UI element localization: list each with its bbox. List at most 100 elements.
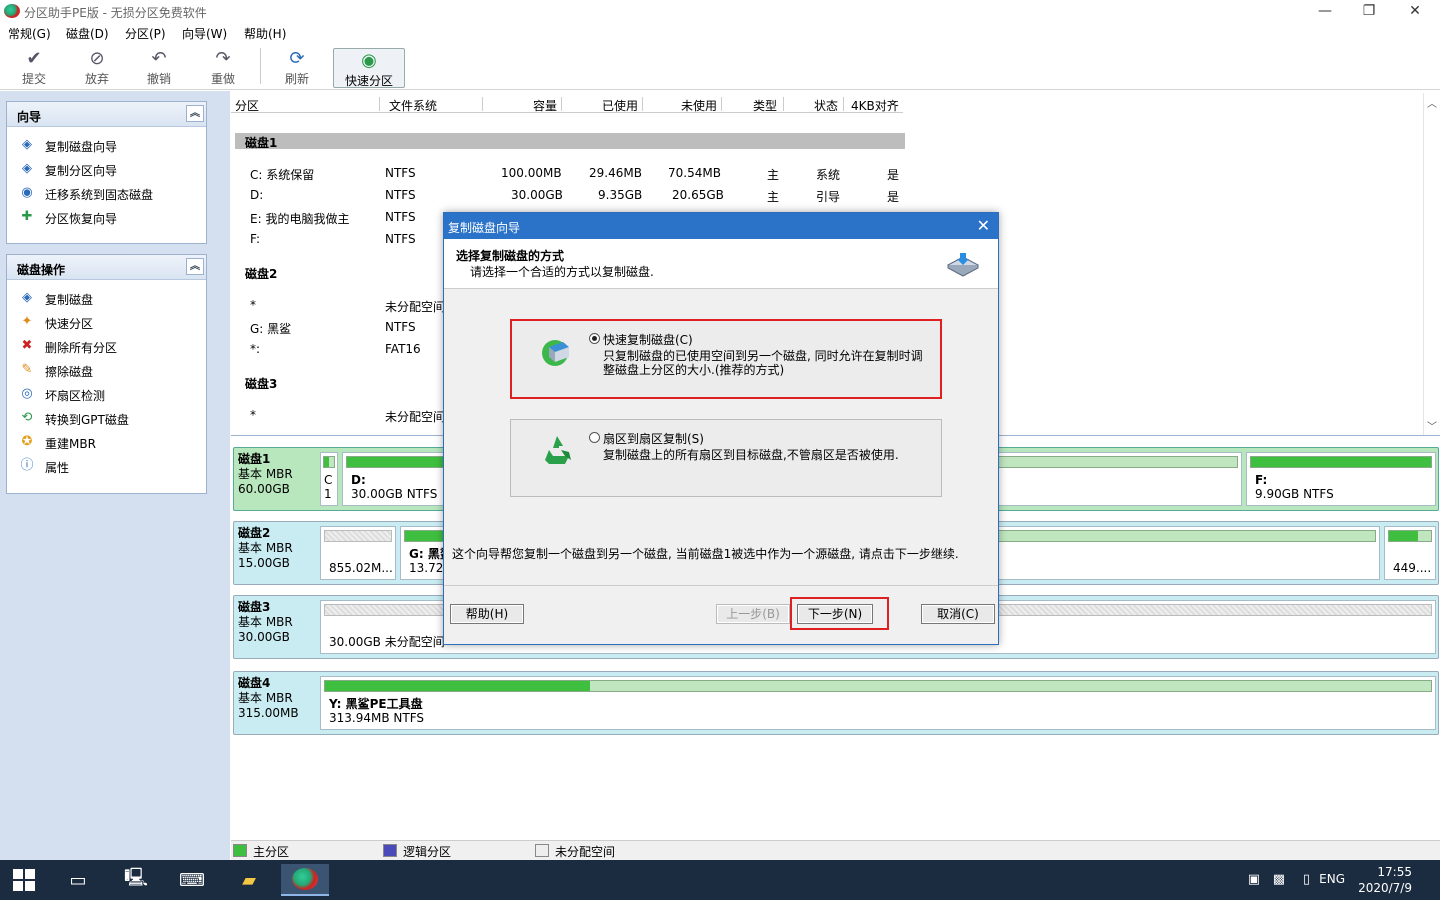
- menu-disk[interactable]: 磁盘(D): [66, 25, 109, 42]
- partition-c[interactable]: C1: [320, 452, 338, 506]
- dialog-heading: 选择复制磁盘的方式: [456, 249, 565, 263]
- list-header: 分区 文件系统 容量 已使用 未使用 类型 状态 4KB对齐: [231, 95, 903, 113]
- col-partition[interactable]: 分区: [235, 97, 259, 114]
- color-icon[interactable]: ▩: [1273, 872, 1285, 887]
- highlight-box: [510, 319, 942, 399]
- collapse-icon[interactable]: ︽: [186, 258, 204, 275]
- copy-disk-wizard-dialog: 复制磁盘向导 ✕ 选择复制磁盘的方式 请选择一个合适的方式以复制磁盘. 快速复制磁…: [443, 212, 999, 645]
- submit-button[interactable]: ✔ 提交: [6, 47, 62, 87]
- option-sector-copy[interactable]: 扇区到扇区复制(S) 复制磁盘上的所有扇区到目标磁盘,不管扇区是否被使用.: [510, 419, 942, 497]
- col-used[interactable]: 已使用: [602, 97, 638, 114]
- title-bar: 分区助手PE版 - 无损分区免费软件 — ❐ ✕: [0, 0, 1440, 22]
- quick-partition-button[interactable]: ◉ 快速分区: [333, 48, 405, 88]
- unallocated-swatch: [535, 844, 549, 857]
- partition-fat16[interactable]: 449....: [1384, 526, 1436, 580]
- table-row[interactable]: D: NTFS 30.00GB 9.35GB 20.65GB 主 引导 是: [235, 185, 905, 207]
- undo-button[interactable]: ↶ 撤销: [131, 47, 187, 87]
- disk4-info: 磁盘4 基本 MBR 315.00MB: [238, 676, 299, 720]
- left-pane: 向导 ︽ ◈ 复制磁盘向导 ◈ 复制分区向导 ◉ 迁移系统到固态磁盘 ✚ 分区恢复向导 磁…: [0, 91, 230, 860]
- copy-disk-icon: ◈: [22, 290, 32, 305]
- taskbar-computer[interactable]: 🖳: [112, 864, 160, 896]
- op-convert-gpt[interactable]: ⟲ 转换到GPT磁盘: [7, 406, 206, 430]
- copy-partition-icon: ◈: [22, 161, 32, 176]
- partition-y[interactable]: Y: 黑鲨PE工具盘 313.94MB NTFS: [320, 676, 1436, 730]
- maximize-button[interactable]: ❐: [1346, 0, 1392, 22]
- minimize-button[interactable]: —: [1302, 0, 1348, 22]
- dialog-header: 选择复制磁盘的方式 请选择一个合适的方式以复制磁盘.: [444, 239, 998, 289]
- radio-sector-copy[interactable]: [589, 432, 600, 443]
- usb-icon[interactable]: ▯: [1303, 872, 1310, 887]
- close-button[interactable]: ✕: [1392, 0, 1438, 22]
- menu-partition[interactable]: 分区(P): [125, 25, 166, 42]
- op-delete-all[interactable]: ✖ 删除所有分区: [7, 334, 206, 358]
- legend-unallocated: 未分配空间: [555, 845, 616, 859]
- dialog-title-bar: 复制磁盘向导 ✕: [444, 213, 998, 239]
- op-bad-sector[interactable]: ◎ 坏扇区检测: [7, 382, 206, 406]
- wizard-panel-header: 向导 ︽: [7, 102, 206, 127]
- refresh-icon: ⟳: [289, 48, 305, 69]
- refresh-button[interactable]: ⟳ 刷新: [269, 47, 325, 87]
- list-scrollbar[interactable]: ︿ ﹀: [1423, 93, 1440, 435]
- disk1-info: 磁盘1 基本 MBR 60.00GB: [238, 452, 293, 496]
- recovery-icon: ✚: [21, 209, 33, 224]
- copy-disk-icon: ◈: [22, 137, 32, 152]
- highlight-box: [790, 597, 889, 630]
- dialog-close-button[interactable]: ✕: [977, 216, 990, 235]
- help-button[interactable]: 帮助(H): [450, 604, 524, 624]
- taskbar-keyboard[interactable]: ⌨: [168, 864, 216, 896]
- scroll-down-icon[interactable]: ﹀: [1427, 418, 1437, 433]
- col-status[interactable]: 状态: [814, 97, 838, 114]
- input-language[interactable]: ENG: [1319, 872, 1345, 886]
- partition-f[interactable]: F: 9.90GB NTFS: [1246, 452, 1436, 506]
- legend-bar: 主分区 逻辑分区 未分配空间: [231, 840, 1440, 860]
- scroll-up-icon[interactable]: ︿: [1427, 95, 1437, 110]
- partition-unallocated[interactable]: 855.02M...: [320, 526, 396, 580]
- quick-partition-icon: ◉: [361, 50, 377, 71]
- col-free[interactable]: 未使用: [681, 97, 717, 114]
- redo-button[interactable]: ↷ 重做: [195, 47, 251, 87]
- menu-help[interactable]: 帮助(H): [244, 25, 286, 42]
- table-row[interactable]: C: 系统保留 NTFS 100.00MB 29.46MB 70.54MB 主 …: [235, 163, 905, 185]
- wizard-partition-recovery[interactable]: ✚ 分区恢复向导: [7, 205, 206, 229]
- bad-sector-icon: ◎: [21, 386, 33, 401]
- wizard-migrate-os[interactable]: ◉ 迁移系统到固态磁盘: [7, 181, 206, 205]
- op-quick-partition[interactable]: ✦ 快速分区: [7, 310, 206, 334]
- col-4k[interactable]: 4KB对齐: [851, 97, 899, 114]
- migrate-icon: ◉: [21, 185, 33, 200]
- disk2-info: 磁盘2 基本 MBR 15.00GB: [238, 526, 293, 570]
- toolbar: ✔ 提交 ⊘ 放弃 ↶ 撤销 ↷ 重做 ⟳ 刷新 ◉ 快速分区: [0, 42, 1440, 90]
- convert-icon: ⟲: [21, 410, 33, 425]
- wizard-copy-disk[interactable]: ◈ 复制磁盘向导: [7, 133, 206, 157]
- op-copy-disk[interactable]: ◈ 复制磁盘: [7, 286, 206, 310]
- op-properties[interactable]: ⓘ 属性: [7, 454, 206, 478]
- clock[interactable]: 17:55 2020/7/9: [1358, 864, 1412, 896]
- collapse-icon[interactable]: ︽: [186, 105, 204, 122]
- taskbar-explorer[interactable]: ▰: [225, 864, 273, 896]
- menu-wizard[interactable]: 向导(W): [182, 25, 227, 42]
- op-wipe-disk[interactable]: ✎ 擦除磁盘: [7, 358, 206, 382]
- col-filesystem[interactable]: 文件系统: [389, 97, 437, 114]
- col-type[interactable]: 类型: [753, 97, 777, 114]
- taskbar-partition-assistant[interactable]: [281, 864, 329, 896]
- dialog-subheading: 请选择一个合适的方式以复制磁盘.: [470, 265, 654, 279]
- start-button[interactable]: [0, 864, 48, 896]
- cancel-button[interactable]: 取消(C): [921, 604, 995, 624]
- col-capacity[interactable]: 容量: [533, 97, 557, 114]
- disk1-header[interactable]: 磁盘1: [235, 133, 905, 150]
- primary-swatch: [233, 844, 247, 857]
- back-button[interactable]: 上一步(B): [716, 604, 790, 624]
- disk3-info: 磁盘3 基本 MBR 30.00GB: [238, 600, 293, 644]
- option2-label: 扇区到扇区复制(S): [603, 432, 704, 446]
- menu-general[interactable]: 常规(G): [8, 25, 51, 42]
- op-rebuild-mbr[interactable]: ✪ 重建MBR: [7, 430, 206, 454]
- legend-logical: 逻辑分区: [403, 845, 452, 859]
- drive-icon: ▭: [69, 869, 87, 891]
- delete-icon: ✖: [21, 338, 33, 353]
- taskbar-drive[interactable]: ▭: [54, 864, 102, 896]
- wizard-copy-partition[interactable]: ◈ 复制分区向导: [7, 157, 206, 181]
- disk4-map[interactable]: 磁盘4 基本 MBR 315.00MB Y: 黑鲨PE工具盘 313.94MB NTF…: [233, 671, 1439, 735]
- network-icon[interactable]: ▣: [1248, 872, 1260, 887]
- redo-icon: ↷: [215, 48, 231, 69]
- discard-button[interactable]: ⊘ 放弃: [69, 47, 125, 87]
- rebuild-icon: ✪: [21, 434, 33, 449]
